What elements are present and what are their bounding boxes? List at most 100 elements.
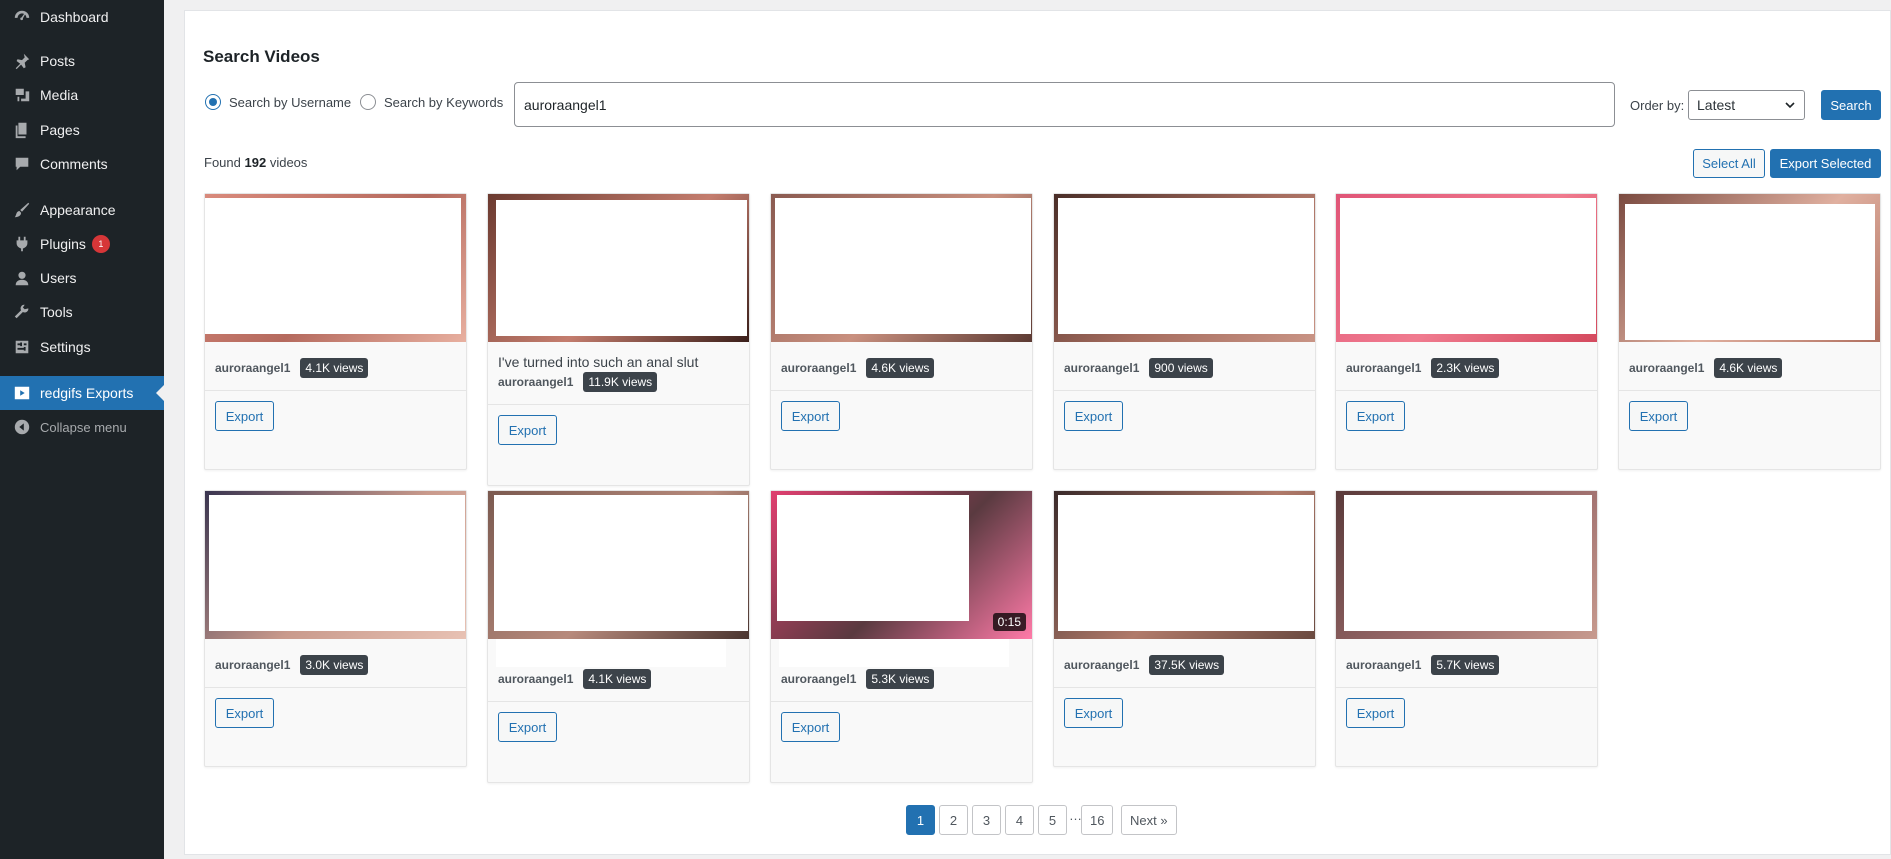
search-button[interactable]: Search — [1821, 90, 1881, 120]
sidebar-item-plugins[interactable]: Plugins 1 — [0, 227, 164, 261]
sidebar-item-label: Appearance — [40, 202, 116, 218]
sidebar-item-comments[interactable]: Comments — [0, 147, 164, 181]
video-thumbnail[interactable] — [1054, 491, 1315, 639]
page-last-button[interactable]: 16 — [1081, 805, 1114, 835]
sidebar-item-label: Media — [40, 87, 79, 103]
page-3-button[interactable]: 3 — [972, 805, 1001, 835]
video-card: auroraangel1 900 views Export — [1053, 193, 1316, 470]
radio-indicator[interactable] — [205, 94, 221, 110]
video-meta: auroraangel1 4.1K views — [205, 358, 466, 378]
sidebar-item-redgifs-exports[interactable]: redgifs Exports — [0, 376, 164, 410]
pages-icon — [12, 120, 32, 140]
views-badge: 5.7K views — [1431, 655, 1500, 675]
video-card: 0:15 your mouth auroraangel1 5.3K views Expo… — [770, 490, 1033, 783]
video-meta: auroraangel1 3.0K views — [205, 655, 466, 675]
video-title-text: I've turned into such an anal slut — [498, 354, 699, 370]
radio-label: Search by Keywords — [384, 94, 504, 110]
plugin-icon — [12, 234, 32, 254]
video-meta: auroraangel1 4.6K views — [1619, 358, 1880, 378]
page-5-button[interactable]: 5 — [1038, 805, 1067, 835]
page-1-button[interactable]: 1 — [906, 805, 935, 835]
card-divider — [488, 404, 749, 405]
video-username: auroraangel1 — [781, 672, 857, 686]
views-badge: 4.6K views — [866, 358, 935, 378]
views-badge: 5.3K views — [866, 669, 935, 689]
video-username: auroraangel1 — [781, 361, 857, 375]
export-button[interactable]: Export — [215, 401, 274, 431]
video-meta: auroraangel1 11.9K views — [488, 372, 749, 392]
export-button[interactable]: Export — [498, 415, 557, 445]
video-username: auroraangel1 — [498, 375, 574, 389]
card-divider — [205, 687, 466, 688]
sidebar-item-settings[interactable]: Settings — [0, 330, 164, 364]
sidebar-item-label: Users — [40, 270, 77, 286]
video-thumbnail[interactable] — [1619, 194, 1880, 342]
views-badge: 4.6K views — [1714, 358, 1783, 378]
sidebar-item-users[interactable]: Users — [0, 261, 164, 295]
export-button[interactable]: Export — [781, 401, 840, 431]
video-thumbnail[interactable] — [488, 491, 749, 639]
views-badge: 4.1K views — [300, 358, 369, 378]
sidebar-item-pages[interactable]: Pages — [0, 113, 164, 147]
video-thumbnail[interactable] — [1336, 491, 1597, 639]
redacted-preview — [777, 495, 969, 621]
video-thumbnail[interactable] — [205, 491, 466, 639]
video-thumbnail[interactable] — [1336, 194, 1597, 342]
video-username: auroraangel1 — [215, 361, 291, 375]
sidebar-item-appearance[interactable]: Appearance — [0, 193, 164, 227]
export-button[interactable]: Export — [1346, 698, 1405, 728]
search-by-keywords-radio[interactable]: Search by Keywords — [360, 94, 503, 110]
video-thumbnail[interactable]: 0:15 — [771, 491, 1032, 639]
sidebar-item-tools[interactable]: Tools — [0, 295, 164, 329]
found-count: 192 — [244, 155, 267, 170]
export-button[interactable]: Export — [781, 712, 840, 742]
video-duration: 0:15 — [992, 613, 1026, 631]
video-thumbnail[interactable] — [488, 194, 749, 342]
page-2-button[interactable]: 2 — [939, 805, 968, 835]
video-title: I've turned into such an anal slut — [488, 342, 749, 372]
video-username: auroraangel1 — [1064, 658, 1140, 672]
order-by-select[interactable]: Latest — [1688, 90, 1805, 120]
video-card: auroraangel1 4.1K views Export — [487, 490, 750, 783]
export-button[interactable]: Export — [1064, 698, 1123, 728]
sidebar-item-posts[interactable]: Posts — [0, 44, 164, 78]
update-count-badge: 1 — [91, 235, 110, 253]
card-divider — [1054, 390, 1315, 391]
redacted-preview — [209, 495, 465, 631]
user-icon — [12, 268, 32, 288]
export-selected-button[interactable]: Export Selected — [1770, 149, 1881, 178]
video-username: auroraangel1 — [1346, 361, 1422, 375]
sidebar-item-label: Posts — [40, 53, 76, 69]
sidebar-item-collapse-menu[interactable]: Collapse menu — [0, 410, 164, 444]
radio-indicator[interactable] — [360, 94, 376, 110]
next-page-button[interactable]: Next » — [1121, 805, 1177, 835]
sidebar-item-media[interactable]: Media — [0, 78, 164, 112]
views-badge: 4.1K views — [583, 669, 652, 689]
export-button[interactable]: Export — [1064, 401, 1123, 431]
page-4-button[interactable]: 4 — [1005, 805, 1034, 835]
export-button[interactable]: Export — [1629, 401, 1688, 431]
search-by-username-radio[interactable]: Search by Username — [205, 94, 351, 110]
video-icon — [12, 383, 32, 403]
video-thumbnail[interactable] — [771, 194, 1032, 342]
video-thumbnail[interactable] — [205, 194, 466, 342]
sidebar-item-label: Tools — [40, 304, 73, 320]
video-username: auroraangel1 — [1346, 658, 1422, 672]
views-badge: 37.5K views — [1149, 655, 1225, 675]
sidebar-item-dashboard[interactable]: Dashboard — [0, 0, 164, 34]
video-username: auroraangel1 — [498, 672, 574, 686]
search-input[interactable] — [514, 82, 1615, 127]
export-button[interactable]: Export — [1346, 401, 1405, 431]
media-icon — [12, 85, 32, 105]
redacted-preview — [775, 198, 1031, 334]
video-card: auroraangel1 4.6K views Export — [1618, 193, 1881, 470]
brush-icon — [12, 200, 32, 220]
video-title: your mouth — [771, 639, 1032, 669]
select-all-button[interactable]: Select All — [1693, 149, 1765, 178]
found-suffix: videos — [269, 155, 308, 170]
views-badge: 3.0K views — [300, 655, 369, 675]
export-button[interactable]: Export — [498, 712, 557, 742]
video-thumbnail[interactable] — [1054, 194, 1315, 342]
export-button[interactable]: Export — [215, 698, 274, 728]
video-username: auroraangel1 — [1064, 361, 1140, 375]
